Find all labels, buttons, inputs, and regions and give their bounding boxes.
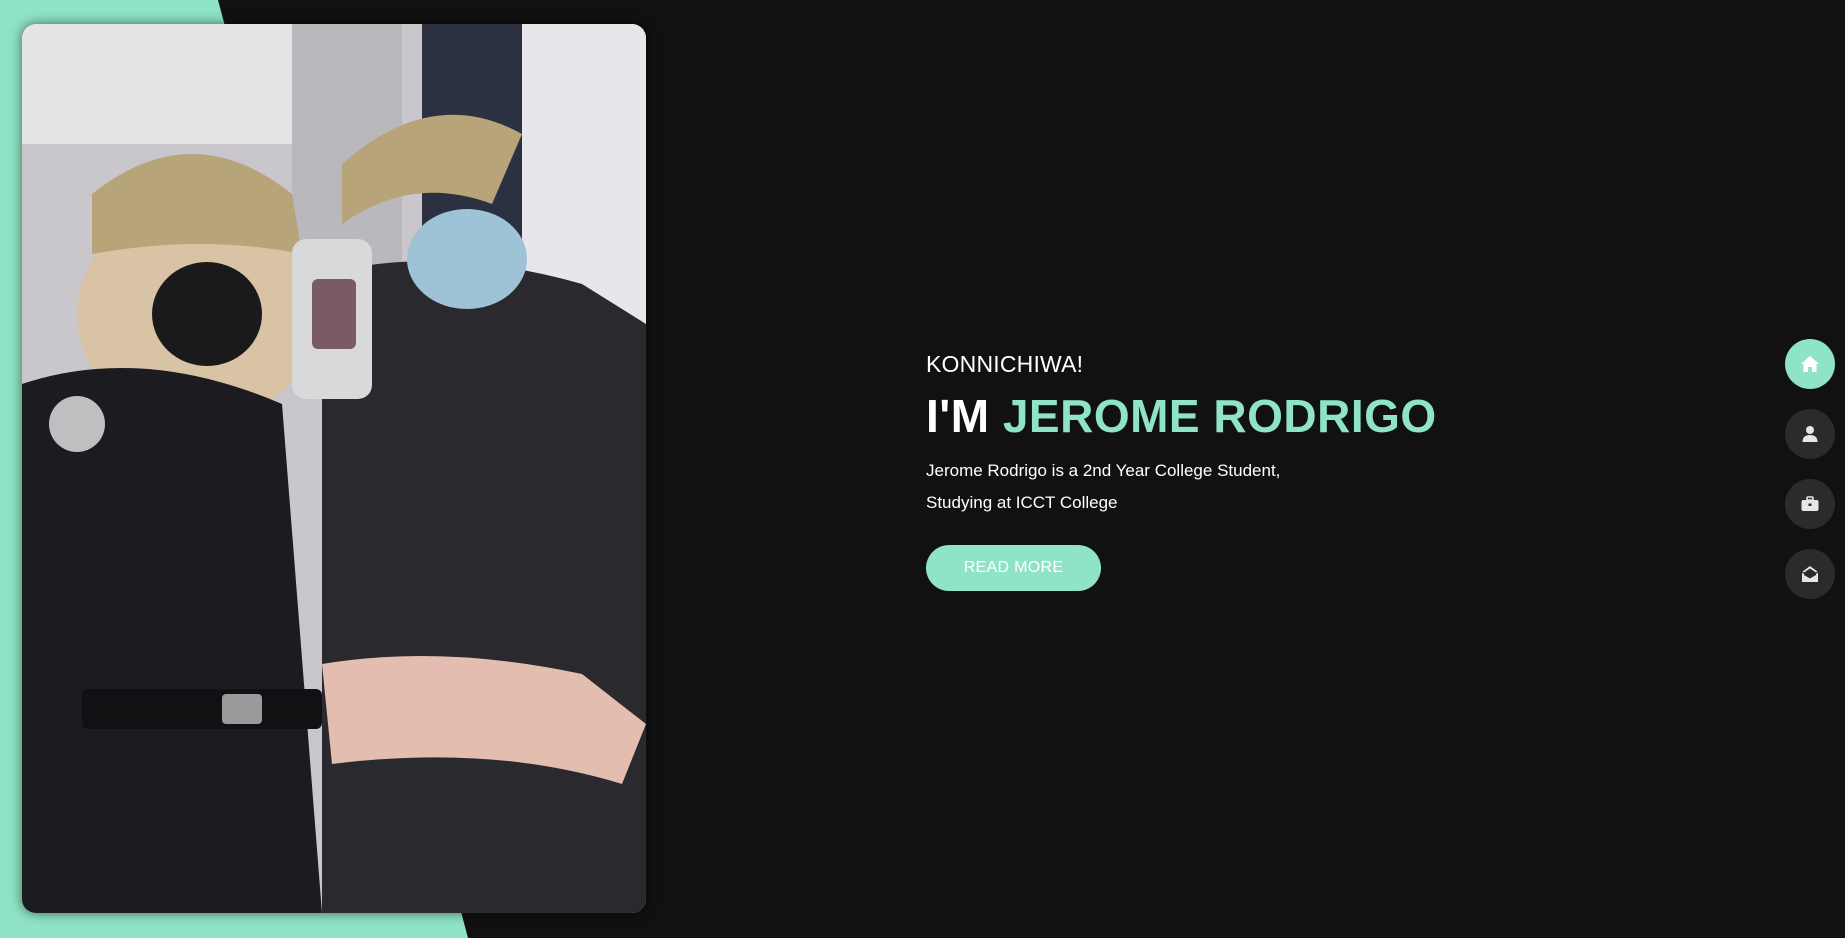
nav-contact-button[interactable] <box>1785 549 1835 599</box>
hero-heading: I'M JEROME RODRIGO <box>926 391 1626 441</box>
home-icon <box>1801 356 1819 372</box>
user-icon <box>1802 426 1818 442</box>
nav-portfolio-button[interactable] <box>1785 479 1835 529</box>
heading-name: JEROME RODRIGO <box>1002 390 1437 442</box>
heading-prefix: I'M <box>926 390 1003 442</box>
briefcase-icon <box>1801 496 1819 511</box>
envelope-open-icon <box>1801 566 1819 582</box>
hero-description-line-1: Jerome Rodrigo is a 2nd Year College Stu… <box>926 461 1281 480</box>
hero-description-line-2: Studying at ICCT College <box>926 493 1118 512</box>
side-navigation <box>1785 339 1835 599</box>
profile-photo <box>22 24 646 913</box>
nav-home-button[interactable] <box>1785 339 1835 389</box>
greeting-text: KONNICHIWA! <box>926 351 1084 377</box>
hero-section: KONNICHIWA! I'M JEROME RODRIGO Jerome Ro… <box>926 351 1626 591</box>
read-more-button[interactable]: READ MORE <box>926 545 1101 591</box>
nav-about-button[interactable] <box>1785 409 1835 459</box>
